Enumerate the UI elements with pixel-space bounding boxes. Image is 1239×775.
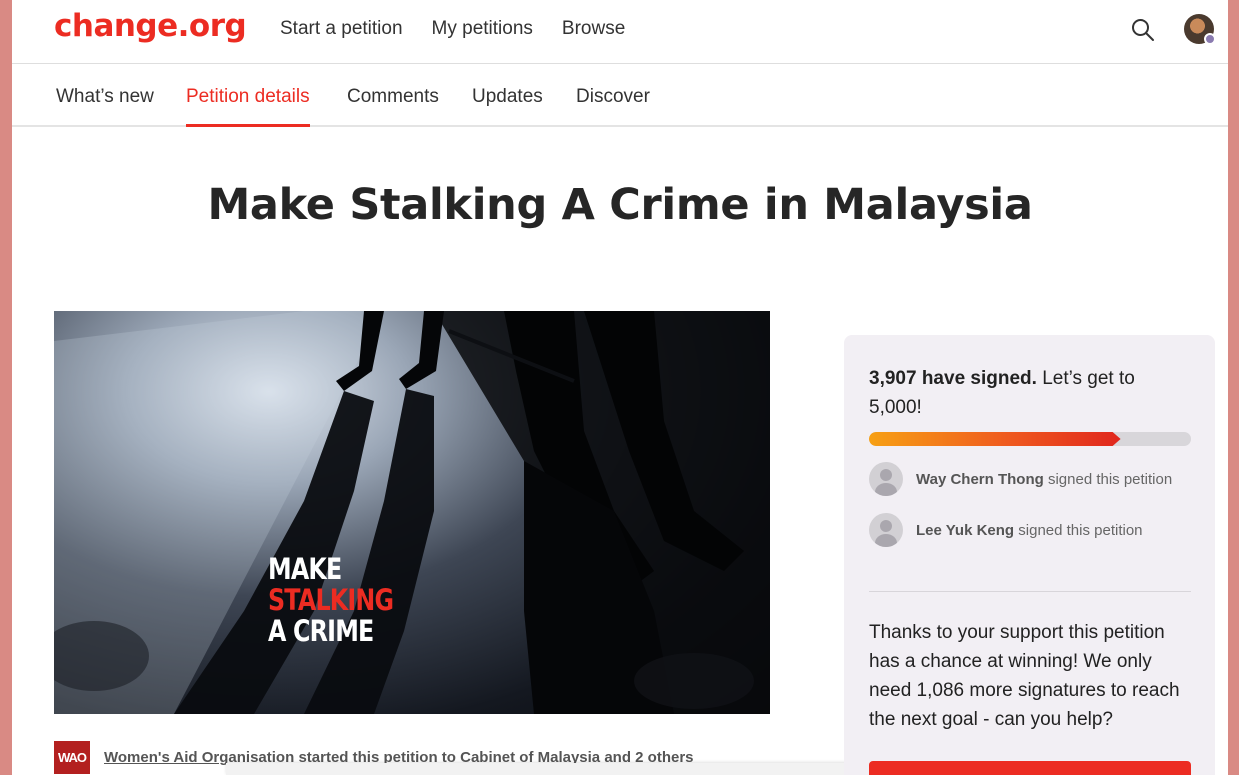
nav-browse[interactable]: Browse (562, 18, 625, 40)
top-navigation: change.org Start a petition My petitions… (12, 0, 1228, 64)
person-placeholder-icon (869, 513, 903, 547)
tab-comments[interactable]: Comments (347, 86, 439, 124)
hero-text-line-3: A CRIME (268, 614, 374, 648)
nav-start-petition[interactable]: Start a petition (280, 18, 403, 40)
panel-divider (869, 591, 1191, 592)
browser-page: change.org Start a petition My petitions… (12, 0, 1228, 775)
tab-whats-new[interactable]: What’s new (56, 86, 154, 124)
signature-count: 3,907 have signed. Let’s get to 5,000! (869, 364, 1169, 422)
signed-count-text: 3,907 have signed. (869, 368, 1037, 389)
signer-name: Way Chern Thong (916, 470, 1044, 488)
hero-text-line-1: MAKE (268, 552, 342, 586)
signer-text: Lee Yuk Keng signed this petition (916, 522, 1143, 539)
user-avatar[interactable] (1184, 14, 1216, 45)
change-org-logo[interactable]: change.org (54, 8, 247, 44)
avatar-badge-icon (1204, 33, 1216, 45)
petition-image: MAKE STALKING A CRIME (54, 311, 770, 714)
tab-discover[interactable]: Discover (576, 86, 650, 124)
signature-panel: 3,907 have signed. Let’s get to 5,000! W… (844, 335, 1215, 775)
signer-action: signed this petition (1047, 470, 1173, 488)
progress-fill (869, 432, 1121, 446)
signature-progress-bar (869, 432, 1191, 446)
tab-updates[interactable]: Updates (472, 86, 543, 124)
recent-signer: Lee Yuk Keng signed this petition (869, 513, 1143, 547)
petition-tabs: What’s new Petition details Comments Upd… (12, 64, 1228, 127)
support-message: Thanks to your support this petition has… (869, 622, 1180, 730)
signer-text: Way Chern Thong signed this petition (916, 471, 1172, 488)
sign-petition-button[interactable] (869, 761, 1191, 775)
shadow-figures-graphic (54, 311, 770, 714)
tab-petition-details[interactable]: Petition details (186, 86, 310, 127)
signer-name: Lee Yuk Keng (916, 521, 1015, 539)
signer-action: signed this petition (1018, 521, 1143, 539)
hero-overlay-text: MAKE STALKING A CRIME (268, 552, 394, 648)
wao-logo: WAO (54, 741, 90, 774)
person-placeholder-icon (869, 462, 903, 496)
search-icon[interactable] (1130, 17, 1156, 43)
nav-my-petitions[interactable]: My petitions (432, 18, 533, 40)
recent-signer: Way Chern Thong signed this petition (869, 462, 1172, 496)
petition-title: Make Stalking A Crime in Malaysia (207, 180, 1033, 230)
hero-text-line-2: STALKING (268, 583, 394, 617)
main-nav-links: Start a petition My petitions Browse (280, 18, 625, 40)
bottom-sticky-bar (226, 763, 866, 775)
